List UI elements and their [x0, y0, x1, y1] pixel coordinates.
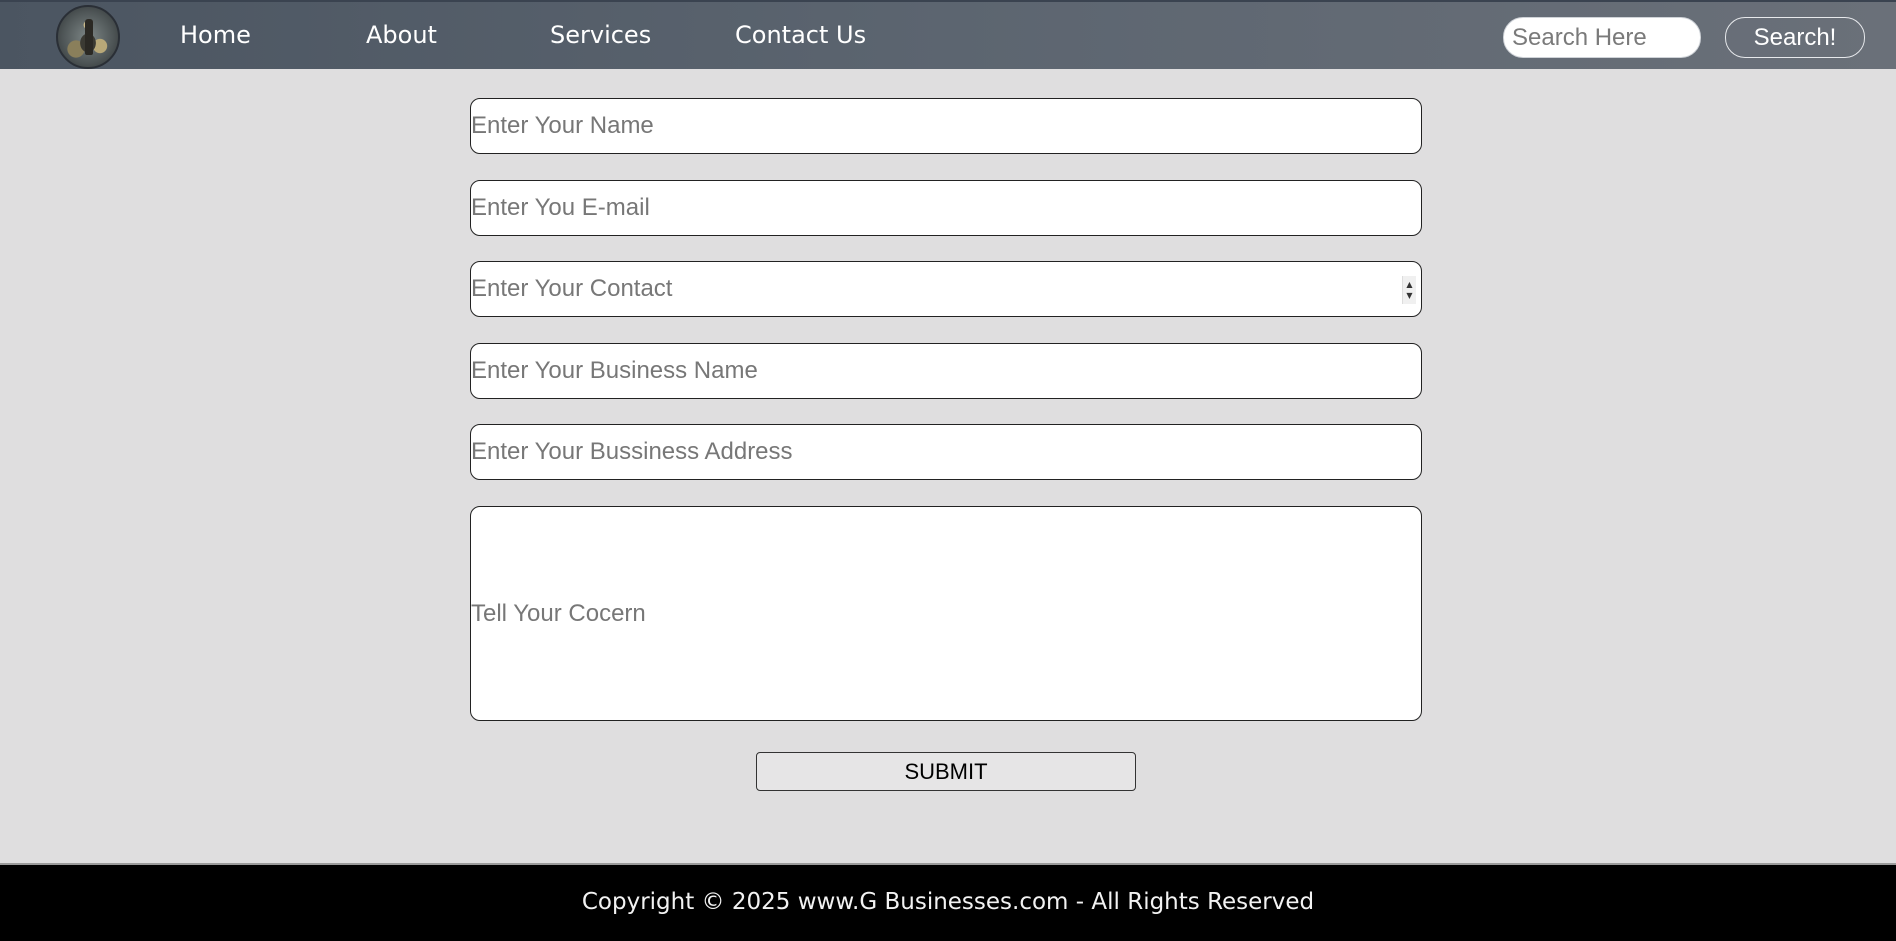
page-footer: Copyright © 2025 www.G Businesses.com - …: [0, 863, 1896, 941]
concern-textarea[interactable]: Tell Your Cocern: [470, 506, 1422, 721]
contact-spinner[interactable]: ▲ ▼: [1402, 276, 1416, 304]
business-name-field[interactable]: [470, 343, 1422, 399]
nav-link-home[interactable]: Home: [180, 19, 251, 51]
logo-piece-shape: [85, 19, 93, 55]
top-navbar: Home About Services Contact Us Search!: [0, 0, 1896, 69]
business-address-field[interactable]: [470, 424, 1422, 480]
submit-button[interactable]: SUBMIT: [756, 752, 1136, 791]
nav-link-about[interactable]: About: [366, 19, 437, 51]
search-button[interactable]: Search!: [1725, 17, 1865, 58]
search-input[interactable]: [1503, 17, 1701, 58]
name-field[interactable]: [470, 98, 1422, 154]
email-field[interactable]: [470, 180, 1422, 236]
copyright-text: Copyright © 2025 www.G Businesses.com - …: [581, 889, 1315, 915]
nav-link-contact-us[interactable]: Contact Us: [735, 19, 866, 51]
spinner-down-icon[interactable]: ▼: [1403, 290, 1416, 301]
nav-link-services[interactable]: Services: [550, 19, 651, 51]
chess-piece-logo-icon[interactable]: [56, 5, 120, 69]
concern-placeholder: Tell Your Cocern: [471, 600, 646, 627]
contact-field[interactable]: [470, 261, 1422, 317]
spinner-up-icon[interactable]: ▲: [1403, 279, 1416, 290]
